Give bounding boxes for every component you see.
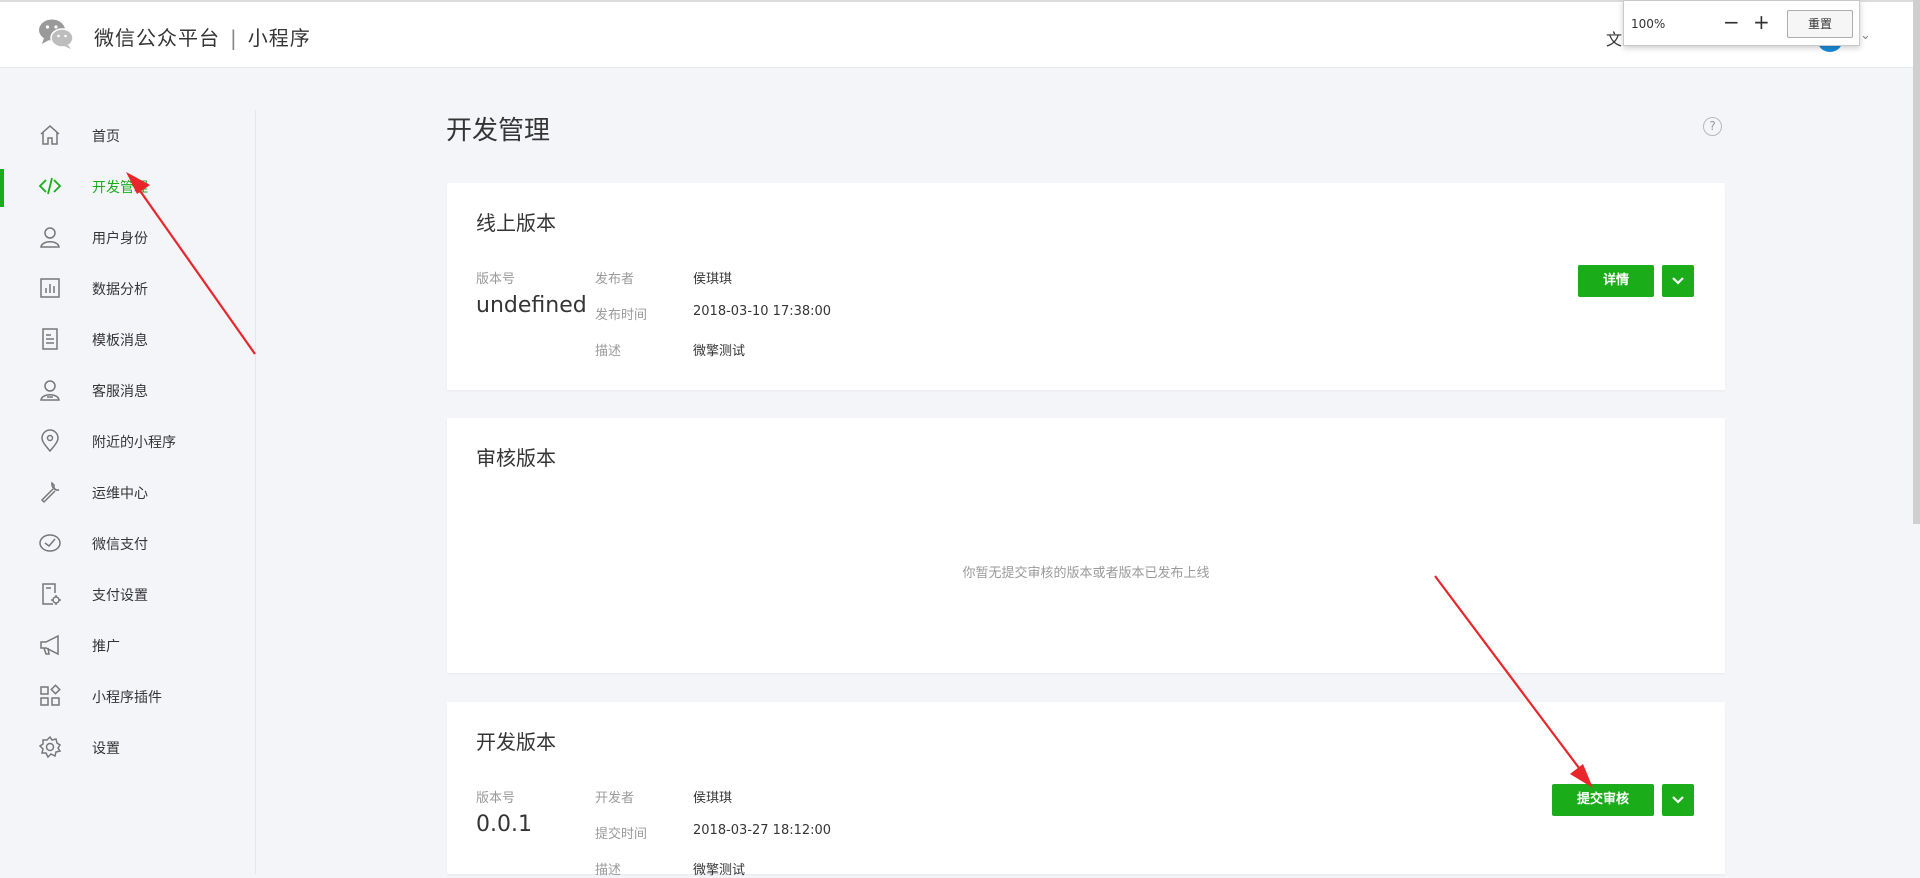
- sidebar-item-promotion[interactable]: 推广: [0, 620, 256, 671]
- scrollbar[interactable]: [1913, 0, 1920, 524]
- page-title: 开发管理: [446, 116, 551, 146]
- product-name: 小程序: [247, 26, 311, 50]
- review-version-title: 审核版本: [476, 446, 556, 470]
- sidebar-item-label: 开发管理: [92, 180, 148, 196]
- version-number-label: 版本号: [476, 272, 516, 287]
- sidebar-item-customer-service[interactable]: 客服消息: [0, 365, 256, 416]
- sidebar-item-data-analysis[interactable]: 数据分析: [0, 263, 256, 314]
- sidebar-item-label: 运维中心: [92, 486, 148, 502]
- sidebar-item-dev-management[interactable]: 开发管理: [0, 161, 256, 212]
- publisher-value: 侯琪琪: [693, 272, 733, 287]
- code-icon: [38, 177, 62, 195]
- zoom-out-button[interactable]: −: [1723, 10, 1740, 34]
- sidebar-item-plugins[interactable]: 小程序插件: [0, 671, 256, 722]
- account-text[interactable]: 文: [1606, 26, 1622, 50]
- description-value: 微擎测试: [693, 344, 746, 359]
- publish-time-label: 发布时间: [595, 308, 648, 323]
- chevron-down-icon: [1672, 796, 1684, 804]
- zoom-level: 100%: [1631, 17, 1666, 31]
- sidebar-item-template-message[interactable]: 模板消息: [0, 314, 256, 365]
- online-version-card: 线上版本 版本号 undefined 发布者 侯琪琪 发布时间 2018-03-…: [447, 183, 1725, 390]
- sidebar-item-nearby-miniapp[interactable]: 附近的小程序: [0, 416, 256, 467]
- payment-icon: [39, 534, 61, 552]
- sidebar-item-payment-settings[interactable]: 支付设置: [0, 569, 256, 620]
- home-icon: [40, 124, 60, 145]
- submit-time-value: 2018-03-27 18:12:00: [693, 823, 832, 838]
- chevron-down-icon[interactable]: ⌄: [1860, 28, 1871, 43]
- sidebar-item-label: 客服消息: [92, 384, 148, 400]
- sidebar-item-label: 推广: [92, 639, 120, 655]
- support-icon: [40, 380, 60, 401]
- submit-time-label: 提交时间: [595, 827, 648, 842]
- brand-name: 微信公众平台: [94, 26, 220, 50]
- sidebar-item-ops-center[interactable]: 运维中心: [0, 467, 256, 518]
- sidebar-item-settings[interactable]: 设置: [0, 722, 256, 773]
- publisher-label: 发布者: [595, 272, 635, 287]
- dev-version-card: 开发版本 版本号 0.0.1 开发者 侯琪琪 提交时间 2018-03-27 1…: [447, 702, 1725, 878]
- details-button[interactable]: 详情: [1578, 265, 1654, 297]
- brand-title[interactable]: 微信公众平台 | 小程序: [94, 22, 311, 51]
- version-number-value: 0.0.1: [476, 812, 532, 837]
- user-icon: [40, 227, 60, 248]
- publish-time-value: 2018-03-10 17:38:00: [693, 304, 832, 319]
- location-icon: [41, 429, 59, 453]
- submit-review-button[interactable]: 提交审核: [1552, 784, 1654, 816]
- review-empty-message: 你暂无提交审核的版本或者版本已发布上线: [962, 566, 1210, 581]
- sidebar-item-home[interactable]: 首页: [0, 110, 256, 161]
- online-dropdown-button[interactable]: [1662, 265, 1694, 297]
- description-label: 描述: [595, 863, 622, 878]
- payment-settings-icon: [42, 583, 61, 605]
- version-number-value: undefined: [476, 293, 587, 318]
- description-value: 微擎测试: [693, 863, 746, 878]
- sidebar: 首页 开发管理 用户身份 数据分析 模板消息 客服消息 附近的小程序 运维中心 …: [0, 110, 256, 874]
- dev-dropdown-button[interactable]: [1662, 784, 1694, 816]
- online-version-title: 线上版本: [476, 211, 556, 235]
- sidebar-item-label: 用户身份: [92, 231, 148, 247]
- wechat-logo-icon[interactable]: [38, 18, 74, 50]
- version-number-label: 版本号: [476, 791, 516, 806]
- dev-version-title: 开发版本: [476, 730, 556, 754]
- description-label: 描述: [595, 344, 622, 359]
- zoom-popup: 100% − + 重置: [1623, 0, 1860, 46]
- wrench-icon: [40, 481, 60, 504]
- sidebar-item-label: 模板消息: [92, 333, 148, 349]
- chevron-down-icon: [1672, 277, 1684, 285]
- help-icon[interactable]: ?: [1703, 117, 1722, 136]
- plugin-icon: [40, 684, 61, 706]
- zoom-in-button[interactable]: +: [1753, 10, 1770, 34]
- sidebar-item-label: 小程序插件: [92, 690, 162, 706]
- gear-icon: [38, 735, 62, 759]
- developer-value: 侯琪琪: [693, 791, 733, 806]
- sidebar-item-label: 支付设置: [92, 588, 148, 604]
- chart-icon: [40, 278, 60, 298]
- sidebar-item-label: 数据分析: [92, 282, 148, 298]
- sidebar-item-label: 设置: [92, 741, 120, 757]
- review-version-card: 审核版本 你暂无提交审核的版本或者版本已发布上线: [447, 418, 1725, 673]
- document-icon: [42, 328, 58, 350]
- developer-label: 开发者: [595, 791, 635, 806]
- sidebar-item-wechat-pay[interactable]: 微信支付: [0, 518, 256, 569]
- sidebar-item-label: 附近的小程序: [92, 435, 176, 451]
- megaphone-icon: [40, 634, 59, 656]
- sidebar-item-label: 微信支付: [92, 537, 148, 553]
- zoom-reset-button[interactable]: 重置: [1787, 10, 1853, 38]
- sidebar-item-label: 首页: [92, 129, 120, 145]
- sidebar-item-user-identity[interactable]: 用户身份: [0, 212, 256, 263]
- brand-separator: |: [230, 26, 238, 50]
